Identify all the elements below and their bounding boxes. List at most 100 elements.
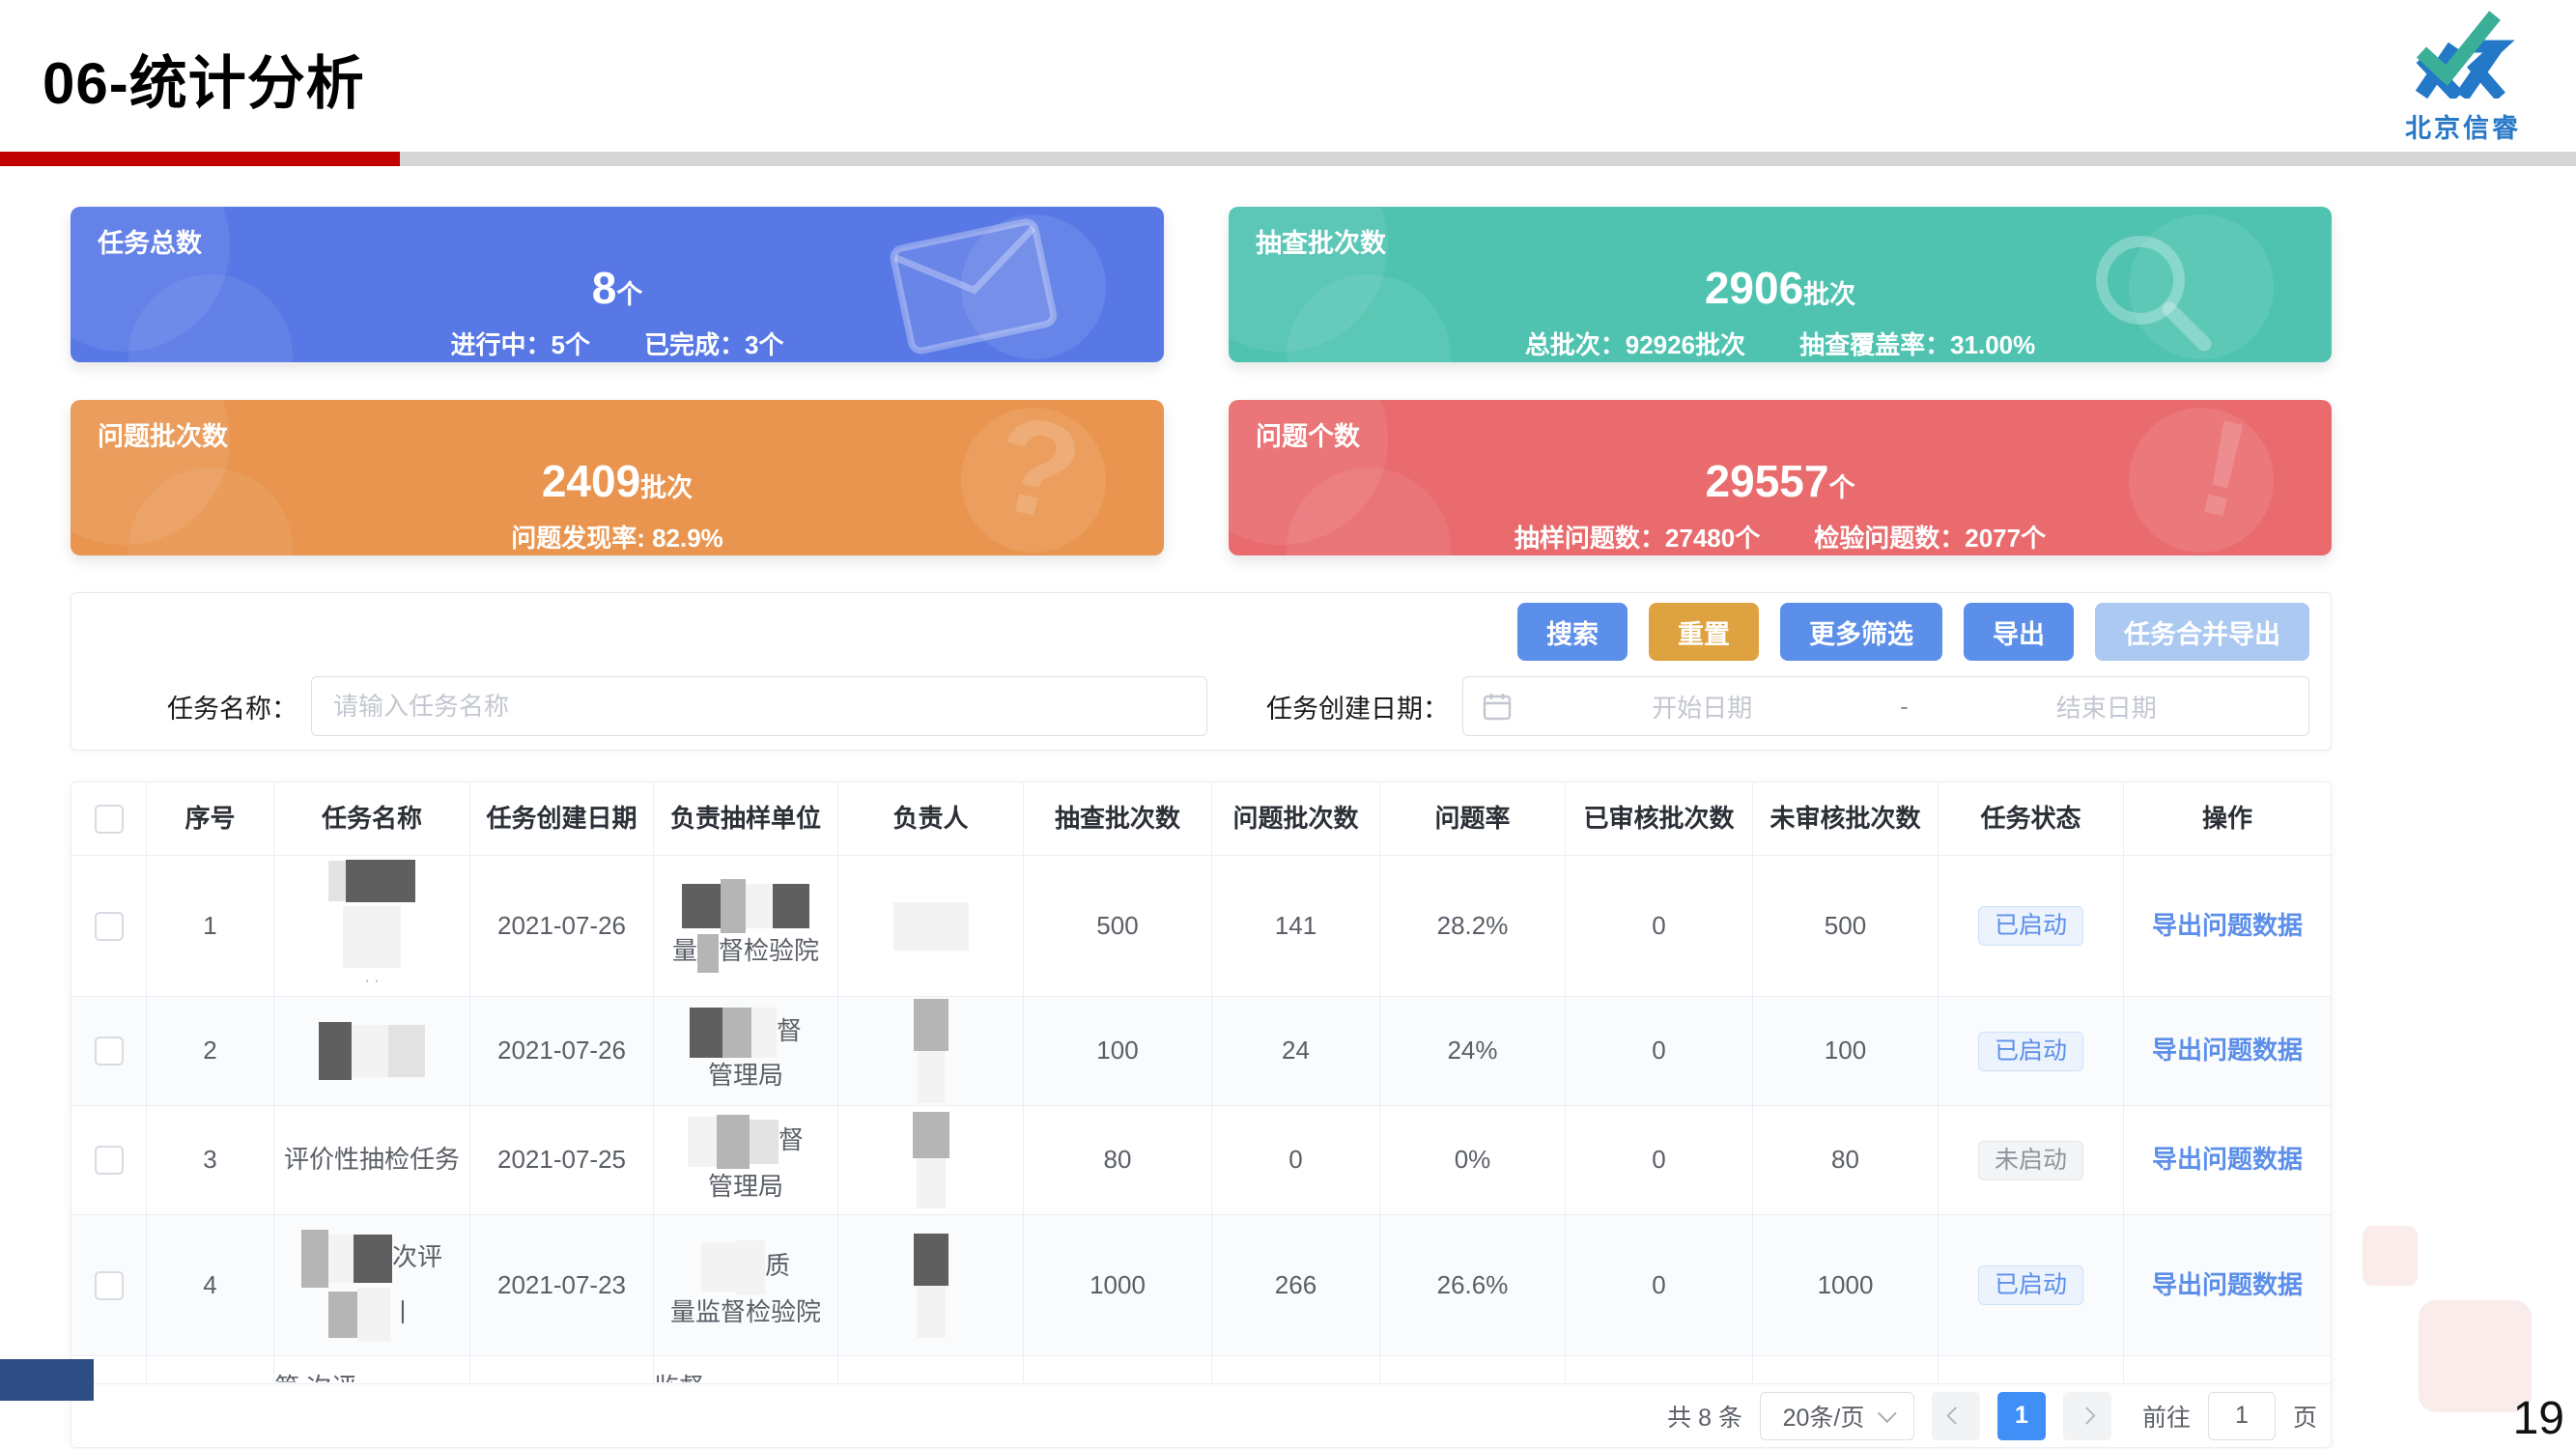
slide-page-number: 19: [2513, 1392, 2564, 1445]
col-problem-rate: 问题率: [1380, 782, 1566, 855]
cell-seq: 2: [147, 997, 274, 1105]
redacted-block: [328, 1235, 354, 1283]
col-owner: 负责人: [838, 782, 1024, 855]
card-total-tasks: 任务总数 8个 进行中：5个已完成：3个: [71, 207, 1164, 362]
col-problem-batches: 问题批次数: [1212, 782, 1380, 855]
card-label: 抽查批次数: [1256, 222, 2305, 260]
redacted-block: [773, 884, 809, 928]
redacted-block: [682, 884, 721, 928]
redacted-block: [357, 1288, 390, 1342]
status-badge: 已启动: [1978, 906, 2083, 946]
cell-unreviewed: 500: [1753, 856, 1939, 996]
task-date-label: 任务创建日期：: [1207, 688, 1449, 725]
table-header-row: 序号 任务名称 任务创建日期 负责抽样单位 负责人 抽查批次数 问题批次数 问题…: [71, 782, 2331, 856]
cell-date: 2021-07-26: [470, 856, 654, 996]
card-label: 任务总数: [98, 222, 1137, 260]
redacted-block: [690, 1008, 722, 1058]
page-size-select[interactable]: 20条/页: [1760, 1392, 1914, 1440]
corner-decor-pink-small: [2363, 1226, 2418, 1286]
table-row: 2 2021-07-26 督 管理局 100 24 24% 0 100 已启: [71, 997, 2331, 1106]
cell-seq: 4: [147, 1215, 274, 1355]
cell-check: 500: [1024, 856, 1212, 996]
redacted-block: [917, 1158, 946, 1208]
cell-owner-redacted: [838, 1106, 1024, 1214]
status-badge: 已启动: [1978, 1265, 2083, 1305]
cell-unreviewed: 80: [1753, 1106, 1939, 1214]
pagination-bar: 共 8 条 20条/页 1 前往 页: [71, 1383, 2331, 1447]
date-start-placeholder: 开始日期: [1519, 689, 1885, 724]
page-title: 06-统计分析: [42, 37, 365, 121]
redacted-block: [751, 1008, 777, 1058]
cell-owner-redacted: [838, 856, 1024, 996]
card-sub-2: 已完成：3个: [644, 330, 783, 359]
prev-page-button[interactable]: [1932, 1392, 1980, 1440]
table-row: 1 · · 2021-07-26 量督检验院 500 141 28.2%: [71, 856, 2331, 997]
slide: 06-统计分析 北京信睿 任务总数 8个: [0, 0, 2576, 1449]
row-checkbox[interactable]: [95, 912, 124, 941]
card-unit: 批次: [1803, 280, 1855, 309]
next-page-button[interactable]: [2063, 1392, 2111, 1440]
cell-task-name-redacted: [274, 997, 470, 1105]
calendar-icon: [1483, 692, 1512, 721]
cell-unit-clipped: 监督: [654, 1356, 838, 1382]
card-check-batches: 抽查批次数 2906批次 总批次：92926批次抽查覆盖率：31.00%: [1229, 207, 2332, 362]
more-filters-button[interactable]: 更多筛选: [1780, 603, 1942, 661]
current-page[interactable]: 1: [1997, 1392, 2046, 1440]
cell-check: 80: [1024, 1106, 1212, 1214]
redacted-block: [346, 860, 415, 902]
date-end-placeholder: 结束日期: [1924, 689, 2290, 724]
reset-button[interactable]: 重置: [1649, 603, 1759, 661]
header-divider: [0, 152, 2576, 166]
date-range-picker[interactable]: 开始日期 - 结束日期: [1462, 676, 2309, 736]
cell-reviewed: 0: [1566, 856, 1753, 996]
goto-label: 前往: [2142, 1399, 2191, 1434]
toolbar: 搜索 重置 更多筛选 导出 任务合并导出: [93, 603, 2309, 661]
redacted-block: [893, 902, 969, 951]
merge-export-button[interactable]: 任务合并导出: [2095, 603, 2309, 661]
card-sub-2: 抽查覆盖率：31.00%: [1799, 330, 2035, 359]
redacted-block: [914, 999, 948, 1051]
card-value: 2409: [542, 456, 640, 506]
redacted-block: [352, 1025, 388, 1077]
row-checkbox[interactable]: [95, 1146, 124, 1175]
goto-page-input[interactable]: [2208, 1392, 2276, 1440]
dashboard-content: 任务总数 8个 进行中：5个已完成：3个 抽查批次数 2906批次: [71, 207, 2332, 1448]
logo-text: 北京信睿: [2400, 107, 2526, 145]
col-create-date: 任务创建日期: [470, 782, 654, 855]
cell-unreviewed: 100: [1753, 997, 1939, 1105]
task-name-input[interactable]: [311, 676, 1207, 736]
card-sub-1: 总批次：92926批次: [1525, 330, 1745, 359]
export-button[interactable]: 导出: [1964, 603, 2074, 661]
export-problem-data-link[interactable]: 导出问题数据: [2152, 1267, 2303, 1304]
col-actions: 操作: [2124, 782, 2331, 855]
cell-task-name-redacted: 次评 丨: [274, 1215, 470, 1355]
stat-cards: 任务总数 8个 进行中：5个已完成：3个 抽查批次数 2906批次: [71, 207, 2332, 555]
search-button[interactable]: 搜索: [1517, 603, 1628, 661]
card-unit: 个: [616, 280, 642, 309]
card-sub-1: 抽样问题数：27480个: [1514, 524, 1760, 553]
cell-date: 2021-07-23: [470, 1215, 654, 1355]
cell-rate: 26.6%: [1380, 1215, 1566, 1355]
cell-rate: 24%: [1380, 997, 1566, 1105]
cell-unit: 督 管理局: [654, 997, 838, 1105]
cell-date: 2021-07-25: [470, 1106, 654, 1214]
cell-unreviewed: 1000: [1753, 1215, 1939, 1355]
export-problem-data-link[interactable]: 导出问题数据: [2152, 908, 2303, 945]
task-name-label: 任务名称：: [93, 688, 297, 725]
cell-reviewed: 0: [1566, 1106, 1753, 1214]
select-all-checkbox[interactable]: [95, 805, 124, 834]
row-checkbox[interactable]: [95, 1037, 124, 1065]
redacted-block: [697, 934, 719, 973]
export-problem-data-link[interactable]: 导出问题数据: [2152, 1142, 2303, 1179]
redacted-block: [701, 1243, 736, 1292]
export-problem-data-link[interactable]: 导出问题数据: [2152, 1033, 2303, 1069]
table-row: 4 次评 丨 2021-07-23 质 量监督检验院 1000 266 26.6…: [71, 1215, 2331, 1356]
cell-unit: 督 管理局: [654, 1106, 838, 1214]
cell-problem: 24: [1212, 997, 1380, 1105]
cell-task-name: 评价性抽检任务: [274, 1106, 470, 1214]
card-unit: 批次: [640, 473, 693, 502]
cell-rate: 28.2%: [1380, 856, 1566, 996]
filter-panel: 搜索 重置 更多筛选 导出 任务合并导出 任务名称： 任务创建日期： 开: [71, 592, 2332, 751]
row-checkbox[interactable]: [95, 1271, 124, 1300]
goto-unit: 页: [2293, 1399, 2317, 1434]
